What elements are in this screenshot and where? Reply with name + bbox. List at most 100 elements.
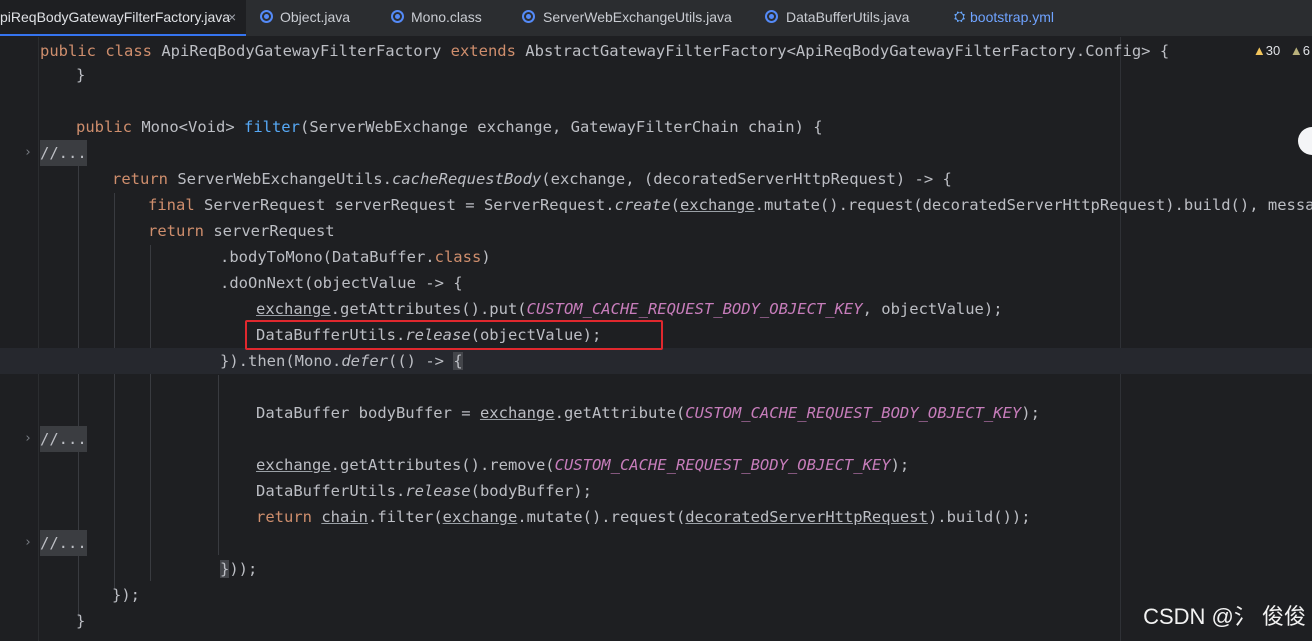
java-class-icon [765,10,778,23]
keyword: extends [450,42,526,60]
code-text: ( [670,196,680,214]
code-text: (bodyBuffer); [470,482,592,500]
code-text: } [76,66,86,84]
keyword: class [434,248,482,266]
code-text: , objectValue); [862,300,1003,318]
chevron-right-icon[interactable]: › [24,140,32,166]
keyword: return [112,170,178,188]
code-text: (exchange, (decoratedServerHttpRequest) … [541,170,952,188]
code-text: ).build()); [927,508,1031,526]
variable-ref: decoratedServerHttpRequest [685,508,928,526]
variable-ref: chain [321,508,368,526]
code-editor[interactable]: public class ApiReqBodyGatewayFilterFact… [0,37,1312,641]
folded-region[interactable]: › //... [0,140,1312,166]
inspection-widget[interactable]: ▲30 ▲6 [1252,41,1312,61]
java-class-icon [522,10,535,23]
code-line-4: public Mono<Void> filter(ServerWebExchan… [0,114,1312,140]
code-text: } [76,612,86,630]
folded-region[interactable]: › //... [0,426,1312,452]
code-text: .getAttributes().put( [330,300,527,318]
variable-ref: exchange [479,404,555,422]
code-text: DataBuffer bodyBuffer = [256,404,480,422]
code-text: (() -> [388,352,454,370]
tab-label: piReqBodyGatewayFilterFactory.java [0,9,231,25]
code-text: .bodyToMono(DataBuffer. [220,248,435,266]
code-text: )); [229,560,258,578]
code-text: .getAttributes().remove( [330,456,555,474]
close-icon[interactable]: × [228,0,236,34]
tab-object-java[interactable]: Object.java [246,0,374,36]
tab-label: Mono.class [411,9,482,25]
method-name: filter [243,118,300,136]
folded-region[interactable]: › //... [0,530,1312,556]
code-line-11: exchange.getAttributes().put(CUSTOM_CACH… [0,296,1312,322]
highlight-annotation-box [245,320,663,350]
keyword: return [256,508,322,526]
variable-ref: exchange [442,508,518,526]
yaml-file-icon: ⛭ [954,8,966,24]
tab-label: ServerWebExchangeUtils.java [543,9,732,25]
code-text: .getAttribute( [554,404,686,422]
constant: CUSTOM_CACHE_REQUEST_BODY_OBJECT_KEY [554,456,891,474]
code-line-21: })); [0,556,1312,582]
tab-label: bootstrap.yml [970,9,1055,25]
tab-data-buffer-utils[interactable]: DataBufferUtils.java [748,0,938,36]
chevron-right-icon[interactable]: › [24,530,32,556]
code-line-10: .doOnNext(objectValue -> { [0,270,1312,296]
warning-icon: ▲ [1252,43,1266,58]
tab-bootstrap-yml[interactable]: ⛭ bootstrap.yml [938,0,1088,36]
code-text: DataBufferUtils. [256,482,406,500]
code-text: .filter( [368,508,443,526]
matched-brace: { [453,352,463,370]
code-text: ); [890,456,910,474]
tab-apireqbody-gateway-filter-factory[interactable]: piReqBodyGatewayFilterFactory.java × [0,0,246,36]
code-text: ServerWebExchangeUtils. [177,170,392,188]
code-line-1: public class ApiReqBodyGatewayFilterFact… [0,38,1312,64]
code-line-19: return chain.filter(exchange.mutate().re… [0,504,1312,530]
code-text: ) [481,248,491,266]
code-text: Mono<Void> [141,118,244,136]
code-text: (ServerWebExchange exchange, GatewayFilt… [299,118,823,136]
editor-tab-bar: piReqBodyGatewayFilterFactory.java × Obj… [0,0,1312,37]
constant: CUSTOM_CACHE_REQUEST_BODY_OBJECT_KEY [685,404,1022,422]
static-method: cacheRequestBody [391,170,542,188]
code-text: .mutate().request( [517,508,686,526]
variable-ref: exchange [256,456,331,474]
code-line-23: } [0,608,1312,634]
code-line-2: } [0,62,1312,88]
code-line-17: exchange.getAttributes().remove(CUSTOM_C… [0,452,1312,478]
code-line-7: final ServerRequest serverRequest = Serv… [0,192,1312,218]
folded-comment[interactable]: //... [40,426,87,452]
chevron-right-icon[interactable]: › [24,426,32,452]
class-name: ApiReqBodyGatewayFilterFactory [161,42,451,60]
code-line-8: return serverRequest [0,218,1312,244]
matched-brace: } [220,560,230,578]
code-text: }).then(Mono. [220,352,342,370]
tab-mono-class[interactable]: Mono.class [374,0,504,36]
keyword: public class [40,42,162,60]
code-line-9: .bodyToMono(DataBuffer.class) [0,244,1312,270]
weak-warning-count: 6 [1302,43,1310,58]
weak-warning-icon: ▲ [1289,43,1303,58]
constant: CUSTOM_CACHE_REQUEST_BODY_OBJECT_KEY [526,300,863,318]
code-line-6: return ServerWebExchangeUtils.cacheReque… [0,166,1312,192]
code-text: serverRequest [213,222,335,240]
keyword: return [148,222,214,240]
watermark: CSDN @氵 俊俊 [1143,604,1306,629]
folded-comment[interactable]: //... [40,530,87,556]
code-line-22: }); [0,582,1312,608]
tab-server-web-exchange-utils[interactable]: ServerWebExchangeUtils.java [504,0,748,36]
variable-ref: exchange [679,196,755,214]
warning-count: 30 [1265,43,1281,58]
code-text: }); [112,586,140,604]
variable-ref: exchange [256,300,331,318]
code-text: ServerRequest serverRequest = ServerRequ… [204,196,615,214]
folded-comment[interactable]: //... [40,140,87,166]
tab-label: DataBufferUtils.java [786,9,910,25]
static-method: defer [341,352,388,370]
code-line-13-current: }).then(Mono.defer(() -> { [0,348,1312,374]
static-method: release [405,482,471,500]
keyword: final [148,196,204,214]
code-text: AbstractGatewayFilterFactory<ApiReqBodyG… [525,42,1170,60]
tab-label: Object.java [280,9,351,25]
